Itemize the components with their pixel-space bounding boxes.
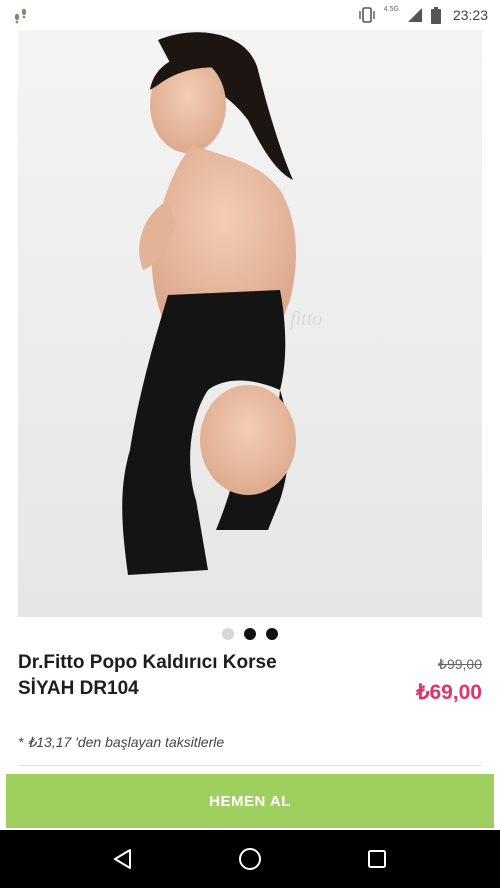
product-photo: fitto	[18, 30, 482, 617]
battery-icon	[430, 6, 441, 24]
footprints-icon	[14, 8, 27, 24]
home-icon	[238, 848, 261, 870]
old-price: ₺99,00	[438, 656, 482, 672]
recents-button[interactable]	[357, 839, 397, 879]
clock: 23:23	[452, 7, 488, 23]
recents-icon	[367, 850, 386, 868]
carousel-dot[interactable]	[266, 628, 278, 640]
carousel-dot[interactable]	[222, 628, 234, 640]
divider	[18, 765, 482, 766]
signal-icon	[407, 8, 422, 22]
svg-text:fitto: fitto	[290, 308, 322, 330]
installment-note: * ₺13,17 'den başlayan taksitlerle	[18, 734, 225, 750]
back-button[interactable]	[103, 839, 143, 879]
vibrate-icon	[359, 7, 375, 23]
navigation-bar	[0, 830, 500, 888]
current-price: ₺69,00	[416, 681, 482, 704]
carousel-dot[interactable]	[244, 628, 256, 640]
carousel-indicator	[0, 628, 500, 644]
back-icon	[114, 849, 132, 869]
network-type: 4.5G	[383, 5, 399, 13]
buy-now-button[interactable]: HEMEN AL	[6, 774, 494, 828]
status-bar: 4.5G 23:23	[0, 0, 500, 30]
product-image[interactable]: fitto	[18, 30, 482, 617]
product-title: Dr.Fitto Popo Kaldırıcı Korse SİYAH DR10…	[18, 652, 277, 699]
home-button[interactable]	[230, 839, 270, 879]
